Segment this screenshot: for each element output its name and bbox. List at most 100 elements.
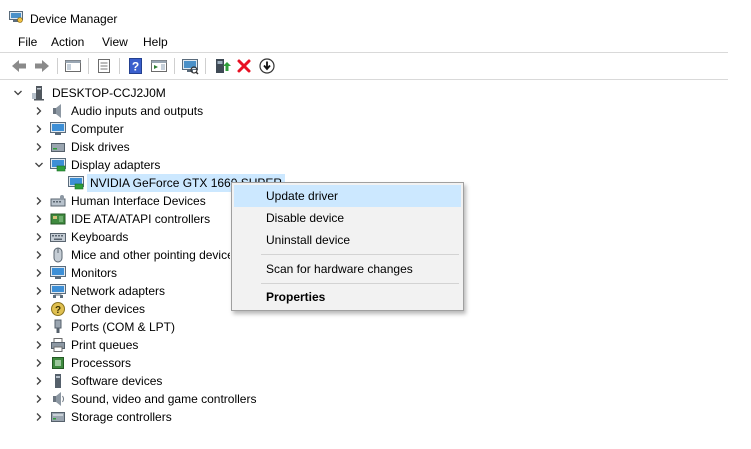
toolbar-separator bbox=[88, 58, 89, 74]
show-hide-console-tree-icon[interactable] bbox=[64, 57, 82, 75]
properties-menu-item[interactable]: Properties bbox=[234, 286, 461, 308]
forward-arrow-icon[interactable] bbox=[33, 57, 51, 75]
other-devices-icon: ? bbox=[50, 301, 66, 317]
tree-item-display-adapters[interactable]: Display adapters bbox=[0, 156, 300, 174]
context-menu: Update driver Disable device Uninstall d… bbox=[231, 182, 464, 311]
svg-text:?: ? bbox=[132, 60, 139, 74]
properties-icon[interactable] bbox=[95, 57, 113, 75]
chevron-down-icon[interactable] bbox=[13, 88, 23, 98]
tree-item-label: Monitors bbox=[71, 266, 118, 280]
ide-controller-icon bbox=[50, 211, 66, 227]
chevron-right-icon[interactable] bbox=[34, 250, 44, 260]
help-icon[interactable]: ? bbox=[127, 57, 145, 75]
update-driver-icon[interactable] bbox=[213, 57, 231, 75]
chevron-right-icon[interactable] bbox=[34, 124, 44, 134]
chevron-right-icon[interactable] bbox=[34, 322, 44, 332]
menu-help[interactable]: Help bbox=[141, 35, 170, 49]
tree-item-label: Ports (COM & LPT) bbox=[71, 320, 176, 334]
tree-item-label: Keyboards bbox=[71, 230, 129, 244]
toolbar-separator bbox=[174, 58, 175, 74]
back-arrow-icon[interactable] bbox=[10, 57, 28, 75]
printer-icon bbox=[50, 337, 66, 353]
disable-device-menu-item[interactable]: Disable device bbox=[234, 207, 461, 229]
chevron-down-icon[interactable] bbox=[34, 160, 44, 170]
software-device-icon bbox=[50, 373, 66, 389]
chevron-right-icon[interactable] bbox=[34, 106, 44, 116]
sound-controller-icon bbox=[50, 391, 66, 407]
tree-item-label: Print queues bbox=[71, 338, 139, 352]
tree-item-print-queues[interactable]: Print queues bbox=[0, 336, 300, 354]
chevron-right-icon[interactable] bbox=[34, 232, 44, 242]
menu-file[interactable]: File bbox=[16, 35, 39, 49]
tree-item-audio[interactable]: Audio inputs and outputs bbox=[0, 102, 300, 120]
scan-hardware-menu-item[interactable]: Scan for hardware changes bbox=[234, 258, 461, 280]
tree-item-label: Other devices bbox=[71, 302, 146, 316]
toolbar-separator bbox=[205, 58, 206, 74]
desktop-computer-icon bbox=[31, 85, 47, 101]
tree-item-label: Storage controllers bbox=[71, 410, 172, 424]
menu-action[interactable]: Action bbox=[49, 35, 86, 49]
monitor-icon bbox=[50, 265, 66, 281]
title-bar: Device Manager bbox=[0, 0, 751, 32]
chevron-right-icon[interactable] bbox=[34, 358, 44, 368]
chevron-right-icon[interactable] bbox=[34, 340, 44, 350]
chevron-right-icon[interactable] bbox=[34, 286, 44, 296]
window-title: Device Manager bbox=[30, 12, 118, 26]
tree-item-label: Display adapters bbox=[71, 158, 161, 172]
chevron-right-icon[interactable] bbox=[34, 214, 44, 224]
tree-item-label: Software devices bbox=[71, 374, 163, 388]
tree-item-label: Disk drives bbox=[71, 140, 130, 154]
tree-item-processors[interactable]: Processors bbox=[0, 354, 300, 372]
chevron-right-icon[interactable] bbox=[34, 142, 44, 152]
keyboard-icon bbox=[50, 229, 66, 245]
tree-item-ports[interactable]: Ports (COM & LPT) bbox=[0, 318, 300, 336]
download-driver-icon[interactable] bbox=[258, 57, 276, 75]
chevron-right-icon[interactable] bbox=[34, 268, 44, 278]
speaker-icon bbox=[50, 103, 66, 119]
uninstall-device-menu-item[interactable]: Uninstall device bbox=[234, 229, 461, 251]
tree-item-label: Audio inputs and outputs bbox=[71, 104, 204, 118]
uninstall-device-icon[interactable] bbox=[235, 57, 253, 75]
network-adapter-icon bbox=[50, 283, 66, 299]
action-pane-icon[interactable] bbox=[150, 57, 168, 75]
tree-item-label: Sound, video and game controllers bbox=[71, 392, 257, 406]
tree-item-computer[interactable]: Computer bbox=[0, 120, 300, 138]
tree-item-label: Computer bbox=[71, 122, 124, 136]
chevron-right-icon[interactable] bbox=[34, 304, 44, 314]
update-driver-menu-item[interactable]: Update driver bbox=[234, 185, 461, 207]
storage-controller-icon bbox=[50, 409, 66, 425]
hid-icon bbox=[50, 193, 66, 209]
display-adapter-icon bbox=[50, 157, 66, 173]
tree-item-sound-controllers[interactable]: Sound, video and game controllers bbox=[0, 390, 300, 408]
tree-item-label: Mice and other pointing devices bbox=[71, 248, 230, 262]
menu-view[interactable]: View bbox=[100, 35, 130, 49]
port-icon bbox=[50, 319, 66, 335]
toolbar-separator bbox=[57, 58, 58, 74]
tree-root[interactable]: DESKTOP-CCJ2J0M bbox=[0, 84, 300, 102]
chevron-right-icon[interactable] bbox=[34, 394, 44, 404]
tree-item-disk-drives[interactable]: Disk drives bbox=[0, 138, 300, 156]
mouse-icon bbox=[50, 247, 66, 263]
chevron-right-icon[interactable] bbox=[34, 412, 44, 422]
menu-separator bbox=[261, 254, 459, 255]
processor-icon bbox=[50, 355, 66, 371]
tree-item-software-devices[interactable]: Software devices bbox=[0, 372, 300, 390]
display-adapter-icon bbox=[68, 175, 84, 191]
tree-item-storage-controllers[interactable]: Storage controllers bbox=[0, 408, 300, 426]
svg-text:?: ? bbox=[55, 305, 61, 316]
disk-drive-icon bbox=[50, 139, 66, 155]
tree-item-label: Network adapters bbox=[71, 284, 166, 298]
tree-item-label: Human Interface Devices bbox=[71, 194, 206, 208]
scan-hardware-icon[interactable] bbox=[181, 57, 199, 75]
computer-icon bbox=[50, 121, 66, 137]
chevron-right-icon[interactable] bbox=[34, 196, 44, 206]
tree-item-label: IDE ATA/ATAPI controllers bbox=[71, 212, 211, 226]
tree-item-mice[interactable]: Mice and other pointing devices bbox=[0, 246, 230, 264]
toolbar: ? bbox=[0, 52, 728, 80]
tree-item-label: Processors bbox=[71, 356, 132, 370]
device-manager-icon bbox=[9, 11, 23, 23]
chevron-right-icon[interactable] bbox=[34, 376, 44, 386]
toolbar-separator bbox=[119, 58, 120, 74]
menu-separator bbox=[261, 283, 459, 284]
tree-root-label: DESKTOP-CCJ2J0M bbox=[52, 86, 166, 100]
